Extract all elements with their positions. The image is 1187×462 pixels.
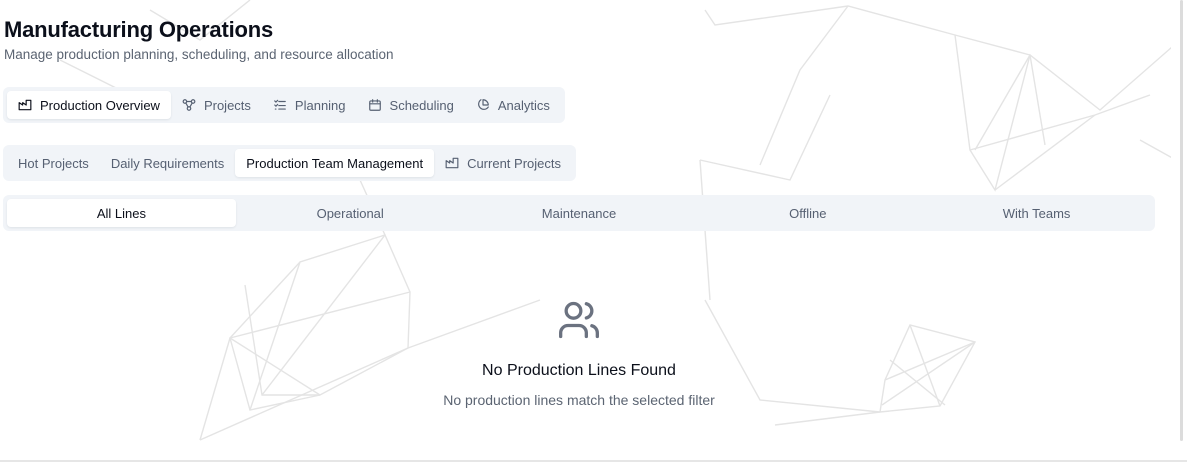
- empty-state-description: No production lines match the selected f…: [443, 392, 715, 408]
- scrollbar[interactable]: [1171, 0, 1187, 462]
- pie-chart-icon: [476, 98, 490, 112]
- scrollbar-thumb[interactable]: [1180, 0, 1183, 441]
- tab-daily-requirements[interactable]: Daily Requirements: [100, 149, 235, 177]
- tab-label: Analytics: [497, 97, 550, 113]
- tab-projects[interactable]: Projects: [171, 91, 262, 119]
- tab-label: Hot Projects: [18, 155, 89, 171]
- tab-analytics[interactable]: Analytics: [465, 91, 561, 119]
- users-icon: [557, 298, 601, 342]
- tab-production-overview[interactable]: Production Overview: [7, 91, 171, 119]
- tab-label: Daily Requirements: [110, 155, 225, 171]
- main-tab-bar: Production Overview Projects Planning Sc…: [3, 87, 565, 123]
- page-subtitle: Manage production planning, scheduling, …: [4, 47, 394, 62]
- sub-tab-bar: Hot Projects Daily Requirements Producti…: [3, 145, 576, 181]
- tab-label: Projects: [203, 97, 251, 113]
- filter-maintenance[interactable]: Maintenance: [465, 199, 694, 227]
- tab-label: Scheduling: [389, 97, 454, 113]
- tab-scheduling[interactable]: Scheduling: [357, 91, 465, 119]
- factory-icon: [18, 98, 32, 112]
- page-title: Manufacturing Operations: [4, 17, 273, 42]
- tab-planning[interactable]: Planning: [262, 91, 357, 119]
- filter-operational[interactable]: Operational: [236, 199, 465, 227]
- tab-label: Planning: [294, 97, 346, 113]
- empty-state: No Production Lines Found No production …: [379, 298, 779, 409]
- empty-state-title: No Production Lines Found: [482, 362, 676, 379]
- workflow-icon: [182, 98, 196, 112]
- tab-label: Production Overview: [40, 97, 160, 113]
- tab-label: Current Projects: [467, 155, 561, 171]
- filter-with-teams[interactable]: With Teams: [922, 199, 1151, 227]
- tab-label: Production Team Management: [246, 155, 424, 171]
- filter-all-lines[interactable]: All Lines: [7, 199, 236, 227]
- tab-production-team-management[interactable]: Production Team Management: [235, 149, 435, 177]
- list-checks-icon: [273, 98, 287, 112]
- calendar-icon: [368, 98, 382, 112]
- tab-current-projects[interactable]: Current Projects: [434, 149, 572, 177]
- tab-hot-projects[interactable]: Hot Projects: [7, 149, 100, 177]
- line-filter-tabs: All Lines Operational Maintenance Offlin…: [3, 195, 1155, 231]
- filter-offline[interactable]: Offline: [693, 199, 922, 227]
- factory-icon: [445, 156, 459, 170]
- page-header: Manufacturing Operations Manage producti…: [4, 16, 394, 64]
